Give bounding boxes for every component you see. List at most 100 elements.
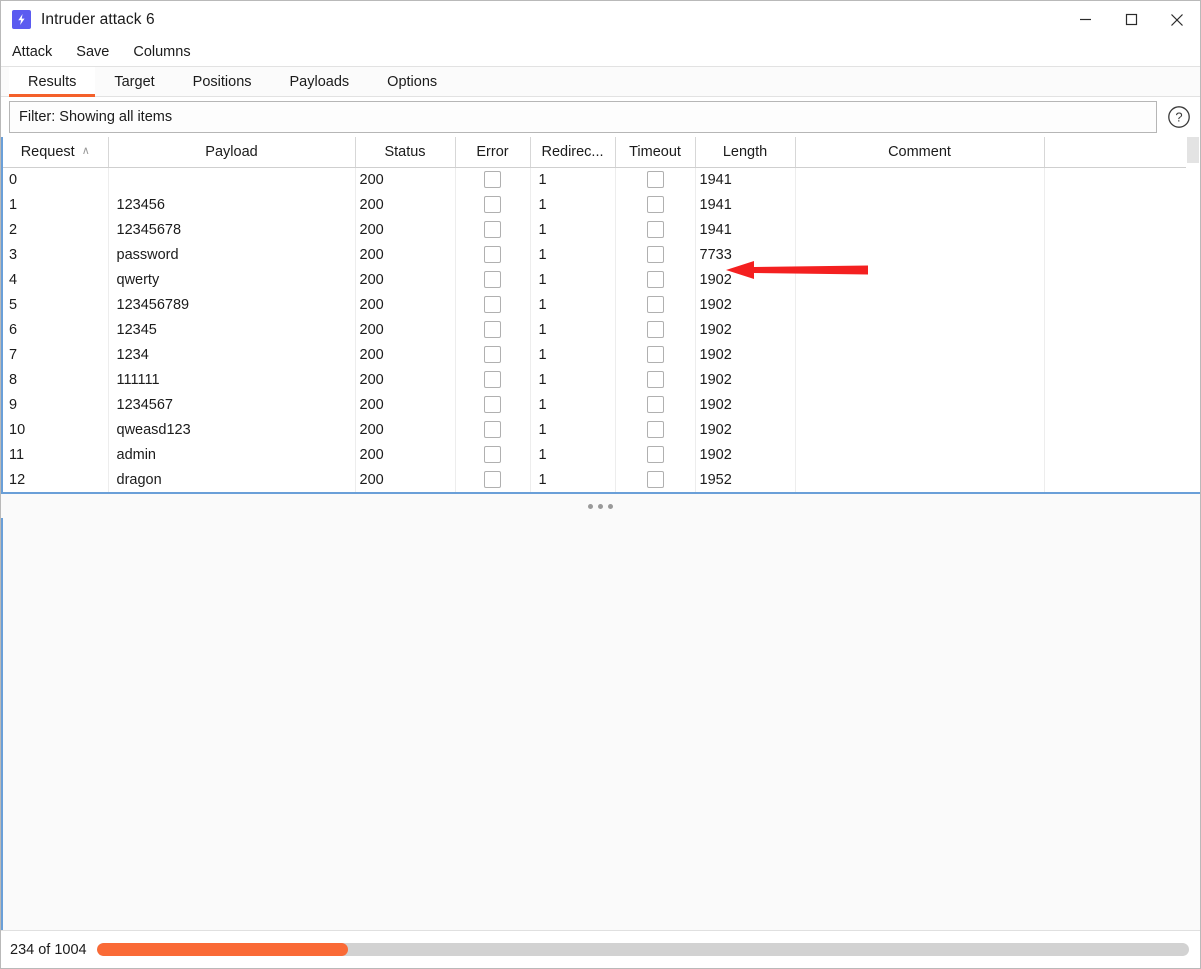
table-row[interactable]: 0 200 1 1941	[3, 167, 1190, 192]
table-row[interactable]: 3 password 200 1 7733	[3, 242, 1190, 267]
attack-progress-fill	[96, 943, 348, 956]
cell-length: 1941	[695, 167, 796, 192]
row-checkbox[interactable]	[484, 396, 501, 413]
table-row[interactable]: 7 1234 200 1 1902	[3, 342, 1190, 367]
cell-redirect: 1	[530, 442, 616, 467]
menu-bar: Attack Save Columns	[1, 38, 1200, 66]
column-header-status[interactable]: Status	[355, 137, 456, 168]
lightning-bolt-icon	[12, 10, 31, 29]
column-header-request[interactable]: Request ∧	[3, 137, 109, 168]
cell-request: 11	[3, 442, 109, 467]
cell-redirect: 1	[530, 192, 616, 217]
tab-payloads[interactable]: Payloads	[271, 67, 369, 96]
table-row[interactable]: 12 dragon 200 1 1952	[3, 467, 1190, 492]
menu-item-columns[interactable]: Columns	[133, 44, 190, 60]
table-row[interactable]: 5 123456789 200 1 1902	[3, 292, 1190, 317]
close-icon[interactable]	[1154, 1, 1200, 38]
cell-status: 200	[355, 167, 456, 192]
menu-item-save[interactable]: Save	[76, 44, 109, 60]
cell-comment	[795, 467, 1045, 492]
row-checkbox[interactable]	[484, 321, 501, 338]
row-checkbox[interactable]	[646, 446, 664, 463]
row-checkbox[interactable]	[646, 246, 664, 263]
row-checkbox[interactable]	[646, 321, 664, 338]
cell-redirect: 1	[530, 342, 616, 367]
filter-bar[interactable]: Filter: Showing all items	[9, 101, 1157, 133]
row-checkbox[interactable]	[646, 271, 664, 288]
row-checkbox[interactable]	[484, 371, 501, 388]
question-mark-circle-icon[interactable]: ?	[1166, 104, 1192, 130]
row-checkbox[interactable]	[646, 471, 664, 488]
cell-redirect: 1	[530, 167, 616, 192]
table-row[interactable]: 6 12345 200 1 1902	[3, 317, 1190, 342]
row-checkbox[interactable]	[646, 221, 664, 238]
table-row[interactable]: 9 1234567 200 1 1902	[3, 392, 1190, 417]
cell-request: 8	[3, 367, 109, 392]
tab-positions[interactable]: Positions	[174, 67, 271, 96]
cell-status: 200	[355, 217, 456, 242]
cell-extra	[1044, 242, 1190, 267]
column-header-error[interactable]: Error	[455, 137, 531, 168]
cell-payload: qwerty	[108, 267, 356, 292]
row-checkbox[interactable]	[484, 196, 501, 213]
table-row[interactable]: 4 qwerty 200 1 1902	[3, 267, 1190, 292]
row-checkbox[interactable]	[484, 471, 501, 488]
minimize-icon[interactable]	[1062, 1, 1108, 38]
row-checkbox[interactable]	[646, 396, 664, 413]
column-header-length[interactable]: Length	[695, 137, 796, 168]
svg-text:?: ?	[1175, 110, 1182, 125]
cell-status: 200	[355, 192, 456, 217]
pane-splitter[interactable]	[1, 492, 1200, 518]
cell-comment	[795, 217, 1045, 242]
column-header-timeout[interactable]: Timeout	[615, 137, 696, 168]
row-checkbox[interactable]	[646, 371, 664, 388]
row-checkbox[interactable]	[484, 246, 501, 263]
cell-status: 200	[355, 242, 456, 267]
tab-target[interactable]: Target	[95, 67, 173, 96]
cell-payload: admin	[108, 442, 356, 467]
menu-item-attack[interactable]: Attack	[12, 44, 52, 60]
row-checkbox[interactable]	[646, 171, 664, 189]
table-row[interactable]: 10 qweasd123 200 1 1902	[3, 417, 1190, 442]
row-checkbox[interactable]	[484, 346, 501, 363]
cell-status: 200	[355, 317, 456, 342]
maximize-icon[interactable]	[1108, 1, 1154, 38]
tab-results[interactable]: Results	[9, 67, 96, 97]
cell-extra	[1044, 467, 1190, 492]
cell-timeout	[615, 217, 696, 242]
row-checkbox[interactable]	[484, 296, 501, 313]
row-checkbox[interactable]	[484, 421, 501, 438]
cell-comment	[795, 367, 1045, 392]
table-row[interactable]: 1 123456 200 1 1941	[3, 192, 1190, 217]
row-checkbox[interactable]	[646, 196, 664, 213]
column-header-extra[interactable]	[1044, 137, 1190, 168]
attack-progress-bar	[96, 943, 1189, 956]
cell-error	[455, 392, 531, 417]
tab-target-label: Target	[114, 73, 155, 90]
row-checkbox[interactable]	[646, 296, 664, 313]
cell-request: 9	[3, 392, 109, 417]
cell-error	[455, 317, 531, 342]
results-scrollbar-thumb[interactable]	[1187, 137, 1199, 163]
cell-comment	[795, 167, 1045, 192]
results-vertical-scrollbar[interactable]	[1186, 137, 1200, 492]
row-checkbox[interactable]	[484, 271, 501, 288]
table-row[interactable]: 2 12345678 200 1 1941	[3, 217, 1190, 242]
cell-timeout	[615, 317, 696, 342]
tab-options[interactable]: Options	[368, 67, 456, 96]
table-row[interactable]: 11 admin 200 1 1902	[3, 442, 1190, 467]
row-checkbox[interactable]	[484, 446, 501, 463]
cell-status: 200	[355, 267, 456, 292]
cell-comment	[795, 417, 1045, 442]
row-checkbox[interactable]	[646, 346, 664, 363]
row-checkbox[interactable]	[484, 171, 501, 189]
cell-comment	[795, 267, 1045, 292]
column-header-redirect[interactable]: Redirec...	[530, 137, 616, 168]
row-checkbox[interactable]	[484, 221, 501, 238]
column-header-payload[interactable]: Payload	[108, 137, 356, 168]
cell-extra	[1044, 267, 1190, 292]
column-header-comment[interactable]: Comment	[795, 137, 1045, 168]
table-row[interactable]: 8 111111 200 1 1902	[3, 367, 1190, 392]
row-checkbox[interactable]	[646, 421, 664, 438]
cell-timeout	[615, 242, 696, 267]
